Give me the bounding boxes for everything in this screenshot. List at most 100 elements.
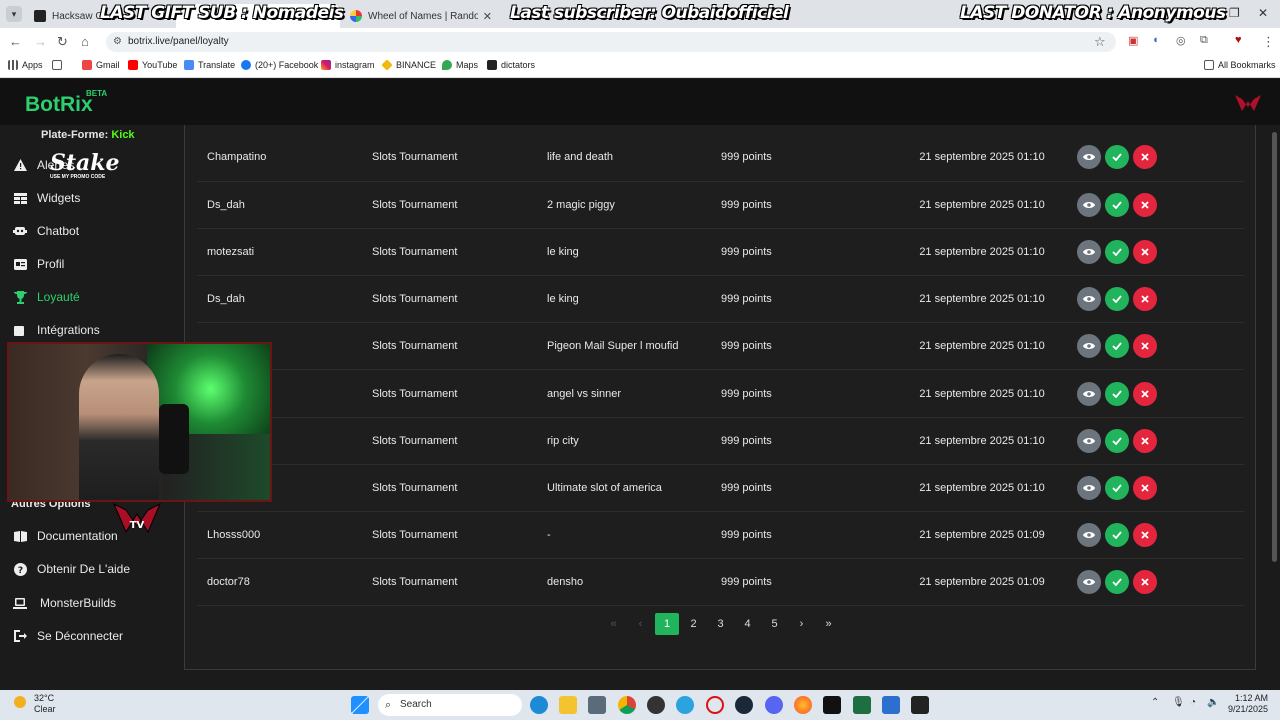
capcut-icon[interactable] [823,696,841,714]
reject-button[interactable] [1133,475,1157,500]
bookmark-gmail[interactable]: Gmail [82,60,120,70]
approve-button[interactable] [1105,381,1129,406]
url-field[interactable]: ⚙ botrix.live/panel/loyalty [106,32,1116,52]
sidebar-item-chatbot[interactable]: Chatbot [13,221,79,241]
page-scrollbar[interactable] [1272,132,1277,562]
microphone-icon[interactable]: 🎙 [1172,697,1185,708]
telegram-icon[interactable] [676,696,694,714]
tab-search-icon[interactable]: ▾ [6,6,22,22]
taskbar-search[interactable]: ⌕ Search [378,694,522,716]
discord-icon[interactable] [765,696,783,714]
close-window-icon[interactable]: ✕ [1258,6,1268,20]
sidebar-item-monsterbuilds[interactable]: MonsterBuilds [13,593,116,613]
botrix-logo[interactable]: BotRix [25,93,93,117]
reload-icon[interactable]: ↻ [57,34,68,50]
reject-button[interactable] [1133,239,1157,264]
forward-icon[interactable]: → [34,34,47,49]
sidebar-item-widgets[interactable]: Widgets [13,188,80,208]
extension-icon[interactable]: ▣ [1128,34,1138,47]
all-bookmarks[interactable]: All Bookmarks [1204,60,1276,70]
approve-button[interactable] [1105,192,1129,217]
obs-icon[interactable] [647,696,665,714]
extension-icon[interactable]: ◎ [1176,34,1186,47]
reject-button[interactable] [1133,145,1157,170]
view-button[interactable] [1077,192,1101,217]
reject-button[interactable] [1133,192,1157,217]
volume-icon[interactable]: 🔈 [1207,697,1219,708]
bookmark-star-icon[interactable]: ☆ [1094,34,1106,50]
approve-button[interactable] [1105,334,1129,359]
view-button[interactable] [1077,475,1101,500]
approve-button[interactable] [1105,475,1129,500]
home-icon[interactable]: ⌂ [81,34,89,49]
approve-button[interactable] [1105,428,1129,453]
show-hidden-icons-icon[interactable]: ⌃ [1151,697,1159,708]
weather-widget[interactable]: 32°C Clear [14,693,56,715]
approve-button[interactable] [1105,145,1129,170]
page-button-4[interactable]: 4 [734,613,761,635]
view-button[interactable] [1077,145,1101,170]
reject-button[interactable] [1133,570,1157,595]
maximize-icon[interactable]: ❐ [1229,6,1240,20]
sidebar-item-profil[interactable]: Profil [13,254,64,274]
browser-menu-icon[interactable]: ⋮ [1262,34,1275,50]
bookmark-dictators[interactable]: dictators [487,60,535,70]
bookmark-binance[interactable]: BINANCE [381,59,436,71]
next-page-icon[interactable]: › [788,613,815,635]
epic-games-icon[interactable] [911,696,929,714]
bookmark-youtube[interactable]: YouTube [128,60,177,70]
system-clock[interactable]: 1:12 AM 9/21/2025 [1228,693,1268,715]
edge-icon[interactable] [530,696,548,714]
steam-icon[interactable] [735,696,753,714]
store-icon[interactable] [588,696,606,714]
profile-avatar-icon[interactable]: ♥ [1235,34,1242,46]
first-page-icon[interactable]: « [600,613,627,635]
firefox-icon[interactable] [794,696,812,714]
view-button[interactable] [1077,287,1101,312]
sidebar-item-integrations[interactable]: Intégrations [13,320,100,340]
reject-button[interactable] [1133,523,1157,548]
file-explorer-icon[interactable] [559,696,577,714]
sidebar-item-logout[interactable]: Se Déconnecter [13,626,123,646]
bookmark-instagram[interactable]: instagram [321,60,375,70]
site-info-icon[interactable]: ⚙ [113,32,122,52]
vpn-icon[interactable] [882,696,900,714]
chrome-icon[interactable] [618,696,636,714]
reject-button[interactable] [1133,287,1157,312]
approve-button[interactable] [1105,523,1129,548]
opera-icon[interactable] [706,696,724,714]
approve-button[interactable] [1105,287,1129,312]
prev-page-icon[interactable]: ‹ [627,613,654,635]
view-button[interactable] [1077,334,1101,359]
bookmark-facebook[interactable]: (20+) Facebook [241,60,318,70]
network-icon[interactable]: ◔ [1190,697,1196,708]
page-button-3[interactable]: 3 [707,613,734,635]
approve-button[interactable] [1105,239,1129,264]
bookmark-grid[interactable] [52,60,66,70]
last-page-icon[interactable]: » [815,613,842,635]
view-button[interactable] [1077,381,1101,406]
user-logo-icon[interactable] [1234,93,1262,113]
reject-button[interactable] [1133,428,1157,453]
view-button[interactable] [1077,523,1101,548]
sidebar-item-loyaute[interactable]: Loyauté [13,287,80,307]
excel-icon[interactable] [853,696,871,714]
sidebar-item-documentation[interactable]: Documentation [13,526,118,546]
close-tab-icon[interactable]: ✕ [483,10,492,23]
reject-button[interactable] [1133,334,1157,359]
page-button-5[interactable]: 5 [761,613,788,635]
extensions-puzzle-icon[interactable]: ⧉ [1200,34,1208,47]
windows-start-icon[interactable] [351,696,369,714]
bookmark-apps[interactable]: Apps [8,60,43,70]
approve-button[interactable] [1105,570,1129,595]
back-icon[interactable]: ← [9,34,22,49]
page-button-1[interactable]: 1 [655,613,679,635]
view-button[interactable] [1077,570,1101,595]
sidebar-item-help[interactable]: ? Obtenir De L'aide [13,559,130,579]
view-button[interactable] [1077,239,1101,264]
view-button[interactable] [1077,428,1101,453]
tab-wheel-of-names[interactable]: Wheel of Names | Random nam ✕ [342,4,498,28]
reject-button[interactable] [1133,381,1157,406]
bookmark-translate[interactable]: Translate [184,60,235,70]
bookmark-maps[interactable]: Maps [442,60,478,70]
